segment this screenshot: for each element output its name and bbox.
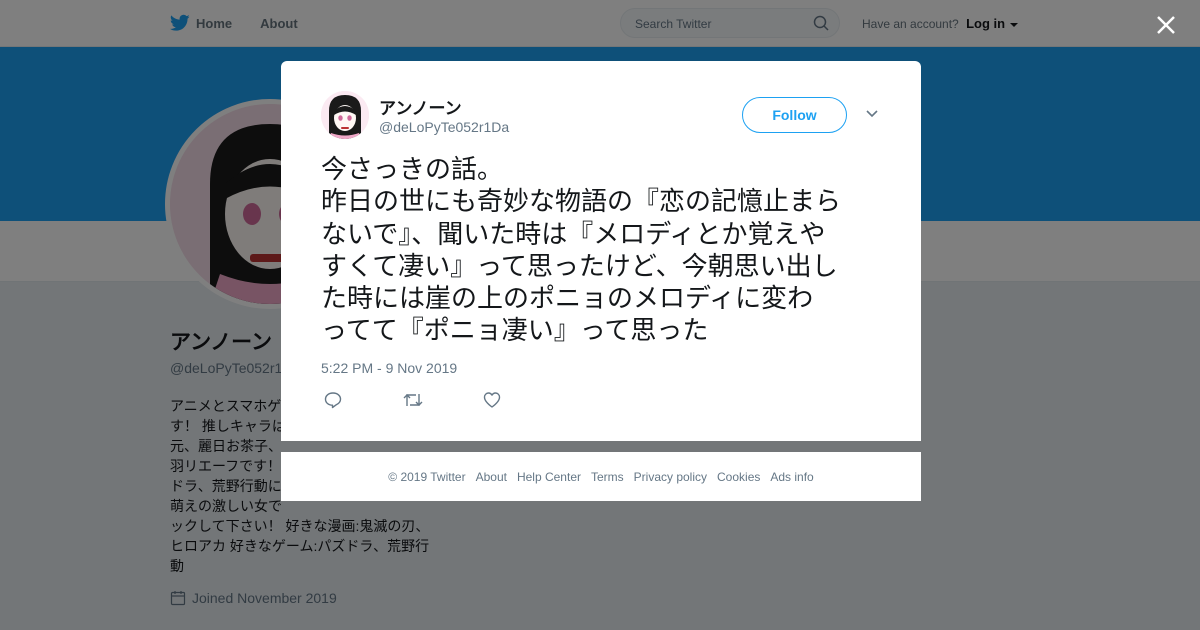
modal-footer: © 2019 Twitter About Help Center Terms P… — [281, 452, 921, 501]
footer-link-about[interactable]: About — [476, 470, 507, 484]
footer-link-privacy[interactable]: Privacy policy — [634, 470, 707, 484]
footer-copyright: © 2019 Twitter — [388, 469, 466, 484]
author-avatar-illustration — [321, 91, 369, 139]
tweet-text: 今さっきの話。 昨日の世にも奇妙な物語の『恋の記憶止まら ないで』、聞いた時は『… — [321, 154, 842, 346]
tweet-author-avatar[interactable] — [321, 91, 369, 139]
footer-link-ads-info[interactable]: Ads info — [770, 470, 813, 484]
retweet-icon — [403, 394, 423, 406]
close-icon[interactable] — [1154, 13, 1178, 37]
footer-link-cookies[interactable]: Cookies — [717, 470, 760, 484]
footer-link-terms[interactable]: Terms — [591, 470, 624, 484]
tweet-author-handle[interactable]: @deLoPyTe052r1Da — [379, 119, 509, 135]
follow-button[interactable]: Follow — [742, 97, 847, 133]
tweet-modal: アンノーン @deLoPyTe052r1Da Follow 今さっきの話。 昨日… — [281, 61, 921, 441]
reply-button[interactable] — [324, 391, 342, 414]
like-button[interactable] — [483, 391, 501, 414]
reply-icon — [324, 392, 342, 409]
tweet-author-name[interactable]: アンノーン — [379, 94, 462, 119]
tweet-timestamp[interactable]: 5:22 PM - 9 Nov 2019 — [321, 360, 457, 376]
footer-link-help-center[interactable]: Help Center — [517, 470, 581, 484]
like-icon — [483, 392, 501, 408]
retweet-button[interactable] — [403, 391, 423, 414]
chevron-down-icon[interactable] — [865, 109, 879, 119]
